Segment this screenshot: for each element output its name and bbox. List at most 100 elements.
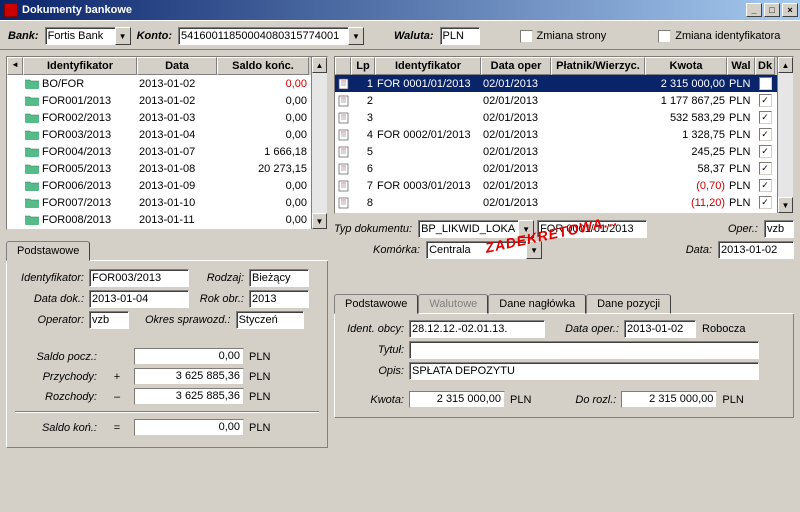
field-ident-obcy[interactable]	[409, 320, 545, 338]
table-row[interactable]: FOR002/20132013-01-030,00	[7, 109, 311, 126]
komorka-dropdown-icon[interactable]: ▼	[526, 241, 542, 259]
field-rok-obr[interactable]	[249, 290, 309, 308]
col-lp[interactable]: Lp	[351, 57, 375, 75]
field-data-dok[interactable]	[89, 290, 189, 308]
scroll-up-icon[interactable]: ▲	[312, 57, 327, 73]
document-icon	[337, 129, 351, 141]
table-row[interactable]: BO/FOR2013-01-020,00	[7, 75, 311, 92]
folder-icon	[25, 146, 39, 157]
tab-podstawowe-left[interactable]: Podstawowe	[6, 241, 90, 261]
field-tytul[interactable]	[409, 341, 759, 359]
zmiana-idf-checkbox[interactable]: Zmiana identyfikatora	[658, 30, 780, 43]
konto-select[interactable]	[178, 27, 348, 45]
col-identyfikator-r[interactable]: Identyfikator	[375, 57, 481, 75]
unit-pln: PLN	[249, 422, 270, 434]
lbl-data-dok: Data dok.:	[15, 293, 87, 305]
bank-label: Bank:	[8, 30, 39, 42]
field-saldo-pocz: 0,00	[134, 348, 244, 365]
konto-dropdown-icon[interactable]: ▼	[348, 27, 364, 45]
table-row[interactable]: FOR004/20132013-01-071 666,18	[7, 143, 311, 160]
field-identyfikator[interactable]	[89, 269, 189, 287]
table-row[interactable]: FOR005/20132013-01-0820 273,15	[7, 160, 311, 177]
col-identyfikator[interactable]: Identyfikator	[23, 57, 137, 75]
checkbox-icon[interactable]: ✓	[759, 111, 772, 124]
scroll-up-icon[interactable]: ▲	[778, 57, 793, 73]
folder-icon	[25, 180, 39, 191]
checkbox-icon[interactable]: ✓	[759, 162, 772, 175]
field-oper[interactable]	[764, 220, 794, 238]
lbl-saldo-pocz: Saldo pocz.:	[15, 351, 100, 363]
col-wal[interactable]: Wal	[727, 57, 755, 75]
table-row[interactable]: 1FOR 0001/01/201302/01/20132 315 000,00P…	[335, 75, 777, 92]
field-rodzaj[interactable]	[249, 269, 309, 287]
document-icon	[337, 146, 351, 158]
table-row[interactable]: 302/01/2013532 583,29PLN✓	[335, 109, 777, 126]
checkbox-icon[interactable]: ✓	[759, 196, 772, 209]
col-saldo[interactable]: Saldo końc.	[217, 57, 309, 75]
waluta-field[interactable]	[440, 27, 480, 45]
checkbox-icon[interactable]: ✓	[759, 128, 772, 141]
maximize-button[interactable]: □	[764, 3, 780, 17]
col-dk[interactable]: Dk	[755, 57, 775, 75]
left-grid-scrollbar[interactable]: ▲ ▼	[311, 57, 327, 229]
field-data-hdr[interactable]	[718, 241, 794, 259]
bank-select[interactable]	[45, 27, 115, 45]
titlebar: Dokumenty bankowe _ □ ×	[0, 0, 800, 20]
konto-label: Konto:	[137, 30, 172, 42]
col-kwota[interactable]: Kwota	[645, 57, 727, 75]
lbl-ident-obcy: Ident. obcy:	[343, 323, 407, 335]
checkbox-icon[interactable]: ✓	[759, 77, 772, 90]
minimize-button[interactable]: _	[746, 3, 762, 17]
tab-dane-pozycji[interactable]: Dane pozycji	[586, 294, 671, 314]
checkbox-icon[interactable]: ✓	[759, 179, 772, 192]
left-grid-body[interactable]: BO/FOR2013-01-020,00FOR001/20132013-01-0…	[7, 75, 311, 228]
table-row[interactable]: 4FOR 0002/01/201302/01/20131 328,75PLN✓	[335, 126, 777, 143]
lbl-saldo-kon: Saldo koń.:	[15, 422, 100, 434]
lbl-do-rozl: Do rozl.:	[575, 394, 619, 406]
field-komorka[interactable]	[426, 241, 526, 259]
col-platnik[interactable]: Płatnik/Wierzyc.	[551, 57, 645, 75]
tab-dane-naglowka[interactable]: Dane nagłówka	[488, 294, 586, 314]
lbl-typ-dokumentu: Typ dokumentu:	[334, 223, 415, 235]
table-row[interactable]: 502/01/2013245,25PLN✓	[335, 143, 777, 160]
col-data-oper[interactable]: Data oper	[481, 57, 551, 75]
table-row[interactable]: FOR008/20132013-01-110,00	[7, 211, 311, 228]
right-grid-body[interactable]: 1FOR 0001/01/201302/01/20132 315 000,00P…	[335, 75, 777, 211]
table-row[interactable]: FOR003/20132013-01-040,00	[7, 126, 311, 143]
tab-podstawowe[interactable]: Podstawowe	[334, 294, 418, 314]
field-data-oper[interactable]	[624, 320, 696, 338]
scroll-track[interactable]	[312, 73, 327, 213]
field-okres-spr[interactable]	[236, 311, 304, 329]
close-button[interactable]: ×	[782, 3, 798, 17]
right-grid-scrollbar[interactable]: ▲ ▼	[777, 57, 793, 213]
field-operator[interactable]	[89, 311, 129, 329]
typ-dropdown-icon[interactable]: ▼	[518, 220, 534, 238]
table-row[interactable]: 7FOR 0003/01/201302/01/2013(0,70)PLN✓	[335, 177, 777, 194]
checkbox-icon	[520, 30, 533, 43]
minus-sign: –	[102, 391, 132, 403]
table-row[interactable]: FOR001/20132013-01-020,00	[7, 92, 311, 109]
scroll-track[interactable]	[778, 73, 793, 197]
lbl-rozchody: Rozchody:	[15, 391, 100, 403]
folder-icon	[25, 78, 39, 89]
checkbox-icon[interactable]: ✓	[759, 145, 772, 158]
table-row[interactable]: 602/01/201358,37PLN✓	[335, 160, 777, 177]
grid-first-button[interactable]: ◄	[7, 57, 23, 75]
bank-dropdown-icon[interactable]: ▼	[115, 27, 131, 45]
scroll-down-icon[interactable]: ▼	[778, 197, 793, 213]
unit-pln: PLN	[249, 371, 270, 383]
checkbox-icon[interactable]: ✓	[759, 94, 772, 107]
table-row[interactable]: FOR007/20132013-01-100,00	[7, 194, 311, 211]
zmiana-strony-checkbox[interactable]: Zmiana strony	[520, 30, 607, 43]
field-typ-dokumentu[interactable]	[418, 220, 518, 238]
toolbar: Bank: ▼ Konto: ▼ Waluta: Zmiana strony Z…	[0, 20, 800, 50]
field-do-rozl: 2 315 000,00	[621, 391, 717, 408]
table-row[interactable]: 802/01/2013(11,20)PLN✓	[335, 194, 777, 211]
scroll-down-icon[interactable]: ▼	[312, 213, 327, 229]
table-row[interactable]: 202/01/20131 177 867,25PLN✓	[335, 92, 777, 109]
col-data[interactable]: Data	[137, 57, 217, 75]
field-opis[interactable]	[409, 362, 759, 380]
tab-walutowe[interactable]: Walutowe	[418, 294, 488, 314]
table-row[interactable]: FOR006/20132013-01-090,00	[7, 177, 311, 194]
field-ref[interactable]	[537, 220, 647, 238]
